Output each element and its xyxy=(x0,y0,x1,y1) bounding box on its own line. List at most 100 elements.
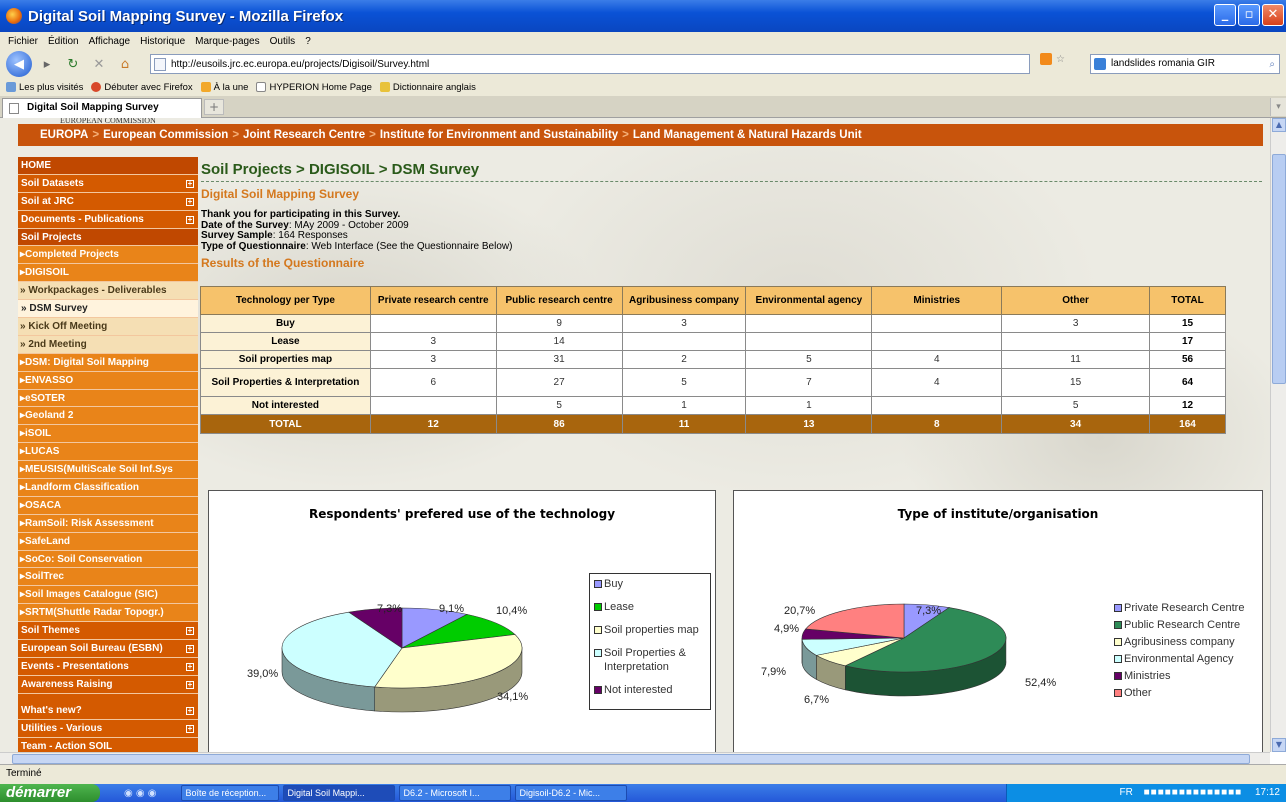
scroll-up-button[interactable]: ▲ xyxy=(1272,118,1286,132)
sidebar-item-32[interactable]: Team - Action SOIL xyxy=(18,737,198,752)
tab-digital-soil-mapping-survey[interactable]: Digital Soil Mapping Survey xyxy=(2,98,202,118)
sidebar-item-2[interactable]: Soil at JRC + xyxy=(18,192,198,211)
forward-button[interactable]: ▸ xyxy=(36,53,58,75)
menu-item-historique[interactable]: Historique xyxy=(140,36,185,47)
sidebar-item-1[interactable]: Soil Datasets + xyxy=(18,174,198,193)
magnifier-icon[interactable]: ⌕ xyxy=(1269,56,1275,74)
home-button[interactable]: ⌂ xyxy=(114,53,136,75)
vertical-scrollbar[interactable]: ▲ ▼ xyxy=(1270,118,1286,752)
search-engine-icon[interactable] xyxy=(1094,58,1106,70)
menu-item-edition[interactable]: Édition xyxy=(48,36,79,47)
taskbar-item-word[interactable]: Digisoil-D6.2 - Mic... xyxy=(514,785,627,801)
sidebar-item-label: Team - Action SOIL xyxy=(21,740,113,752)
star-icon[interactable]: ☆ xyxy=(1056,54,1065,65)
sidebar-item-25[interactable]: ▸SRTM(Shuttle Radar Topogr.) xyxy=(18,604,198,623)
sidebar-item-24[interactable]: ▸Soil Images Catalogue (SIC) xyxy=(18,586,198,605)
close-button[interactable]: ✕ xyxy=(1262,4,1284,26)
sidebar-item-11[interactable]: ▸DSM: Digital Soil Mapping xyxy=(18,353,198,372)
language-indicator[interactable]: FR xyxy=(1120,787,1133,798)
sidebar-item-20[interactable]: ▸RamSoil: Risk Assessment xyxy=(18,514,198,533)
expand-icon[interactable]: + xyxy=(186,179,194,188)
sidebar-item-3[interactable]: Documents - Publications + xyxy=(18,210,198,229)
expand-icon[interactable]: + xyxy=(186,197,194,206)
taskbar-item-firefox[interactable]: Digital Soil Mappi... xyxy=(282,785,395,801)
table-cell: 3 xyxy=(369,332,497,351)
sidebar-item-13[interactable]: ▸eSOTER xyxy=(18,389,198,408)
bookmark-hyperion[interactable]: HYPERION Home Page xyxy=(256,82,372,93)
expand-icon[interactable]: + xyxy=(186,706,194,715)
sidebar-item-29[interactable]: Awareness Raising + xyxy=(18,675,198,694)
ec-link-jrc[interactable]: Joint Research Centre xyxy=(243,124,365,146)
stop-button[interactable]: ✕ xyxy=(88,53,110,75)
sidebar-item-23[interactable]: ▸SoilTrec xyxy=(18,568,198,587)
table-cell xyxy=(745,314,873,333)
ec-link-unit[interactable]: Land Management & Natural Hazards Unit xyxy=(633,124,862,146)
table-cell xyxy=(369,396,497,415)
start-button[interactable]: démarrer xyxy=(0,784,100,802)
page-icon xyxy=(154,58,166,71)
menu-item-outils[interactable]: Outils xyxy=(270,36,296,47)
sidebar-item-31[interactable]: Utilities - Various + xyxy=(18,719,198,738)
menu-item-fichier[interactable]: Fichier xyxy=(8,36,38,47)
sidebar-item-9[interactable]: » Kick Off Meeting xyxy=(18,318,198,336)
horizontal-scrollbar[interactable] xyxy=(0,752,1270,764)
bookmark-dictionary[interactable]: Dictionnaire anglais xyxy=(379,82,476,93)
scroll-thumb[interactable] xyxy=(1272,154,1286,384)
sidebar-item-4[interactable]: Soil Projects xyxy=(18,228,198,247)
maximize-button[interactable]: ▫ xyxy=(1238,4,1260,26)
expand-icon[interactable]: + xyxy=(186,627,194,636)
menu-item-help[interactable]: ? xyxy=(305,36,311,47)
sidebar-item-15[interactable]: ▸iSOIL xyxy=(18,425,198,444)
sidebar-item-28[interactable]: Events - Presentations + xyxy=(18,657,198,676)
sidebar-item-27[interactable]: European Soil Bureau (ESBN) + xyxy=(18,640,198,658)
ec-link-commission[interactable]: European Commission xyxy=(103,124,228,146)
sidebar-item-17[interactable]: ▸MEUSIS(MultiScale Soil Inf.Sys xyxy=(18,461,198,480)
table-cell: 1 xyxy=(745,396,873,415)
new-tab-button[interactable]: + xyxy=(204,99,224,115)
sidebar-item-7[interactable]: » Workpackages - Deliverables xyxy=(18,282,198,301)
bookmark-headlines[interactable]: À la une xyxy=(200,82,248,93)
expand-icon[interactable]: + xyxy=(186,662,194,671)
bookmark-most-visited[interactable]: Les plus visités xyxy=(6,82,83,93)
sidebar-item-26[interactable]: Soil Themes + xyxy=(18,622,198,641)
sidebar-item-5[interactable]: ▸Completed Projects xyxy=(18,246,198,265)
expand-icon[interactable]: + xyxy=(186,680,194,689)
sidebar-item-21[interactable]: ▸SafeLand xyxy=(18,532,198,551)
tab-list-button[interactable]: ▾ xyxy=(1270,98,1286,116)
search-input[interactable]: landslides romania GIR ⌕ xyxy=(1090,54,1280,74)
sidebar-item-label: SoilTrec xyxy=(25,571,64,583)
rss-icon[interactable] xyxy=(1040,53,1052,65)
ec-link-ies[interactable]: Institute for Environment and Sustainabi… xyxy=(380,124,618,146)
scroll-down-button[interactable]: ▼ xyxy=(1272,738,1286,752)
sidebar-item-10[interactable]: » 2nd Meeting xyxy=(18,335,198,354)
legend-swatch xyxy=(1114,604,1122,612)
sidebar-item-14[interactable]: ▸Geoland 2 xyxy=(18,407,198,426)
sidebar-item-6[interactable]: ▸DIGISOIL xyxy=(18,264,198,283)
sidebar-item-16[interactable]: ▸LUCAS xyxy=(18,443,198,462)
minimize-button[interactable]: _ xyxy=(1214,4,1236,26)
hscroll-thumb[interactable] xyxy=(12,754,1250,764)
expand-icon[interactable]: + xyxy=(186,645,194,654)
menu-item-affichage[interactable]: Affichage xyxy=(89,36,131,47)
back-button[interactable]: ◀ xyxy=(6,51,32,77)
table-cell: 6 xyxy=(369,368,497,397)
bookmark-getting-started[interactable]: Débuter avec Firefox xyxy=(91,82,193,93)
table-cell xyxy=(369,314,497,333)
url-bar[interactable]: http://eusoils.jrc.ec.europa.eu/projects… xyxy=(150,54,1030,74)
sidebar-item-18[interactable]: ▸Landform Classification xyxy=(18,479,198,497)
taskbar-item-mail[interactable]: Boîte de réception... xyxy=(180,785,279,801)
menu-item-marque-pages[interactable]: Marque-pages xyxy=(195,36,259,47)
ec-link-europa[interactable]: EUROPA xyxy=(40,124,88,146)
sidebar-item-30[interactable]: What's new? + xyxy=(18,701,198,720)
sidebar-item-0[interactable]: HOME xyxy=(18,157,198,175)
quicklaunch-icons[interactable]: ◉ ◉ ◉ xyxy=(124,788,157,799)
reload-button[interactable]: ↻ xyxy=(62,53,84,75)
expand-icon[interactable]: + xyxy=(186,215,194,224)
tray-icons[interactable]: ■■■■■■■■■■■■■■ xyxy=(1144,787,1243,798)
sidebar-item-12[interactable]: ▸ENVASSO xyxy=(18,371,198,390)
taskbar-item-explorer[interactable]: D6.2 - Microsoft I... xyxy=(398,785,511,801)
expand-icon[interactable]: + xyxy=(186,724,194,733)
sidebar-item-8[interactable]: » DSM Survey xyxy=(18,300,198,319)
sidebar-item-22[interactable]: ▸SoCo: Soil Conservation xyxy=(18,550,198,569)
sidebar-item-19[interactable]: ▸OSACA xyxy=(18,496,198,515)
